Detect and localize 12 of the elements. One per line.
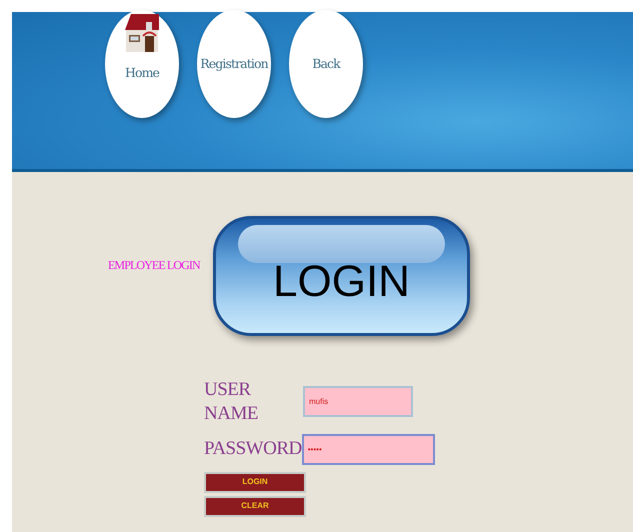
input-field[interactable]: ••••• (302, 434, 435, 464)
form-button[interactable]: CLEAR (204, 496, 306, 516)
field-label: PASSWORD (204, 437, 302, 461)
login-banner: LOGIN (213, 216, 470, 336)
nav-link[interactable]: Registration (197, 10, 271, 118)
nav-link[interactable]: Back (289, 10, 363, 118)
field-label: USER NAME (204, 378, 259, 426)
form-button[interactable]: LOGIN (204, 472, 306, 492)
house-icon (125, 14, 159, 52)
input-field[interactable]: mufis (303, 386, 413, 418)
nav-link[interactable]: Home (105, 10, 179, 118)
page-heading: EMPLOYEE LOGIN (108, 257, 200, 274)
